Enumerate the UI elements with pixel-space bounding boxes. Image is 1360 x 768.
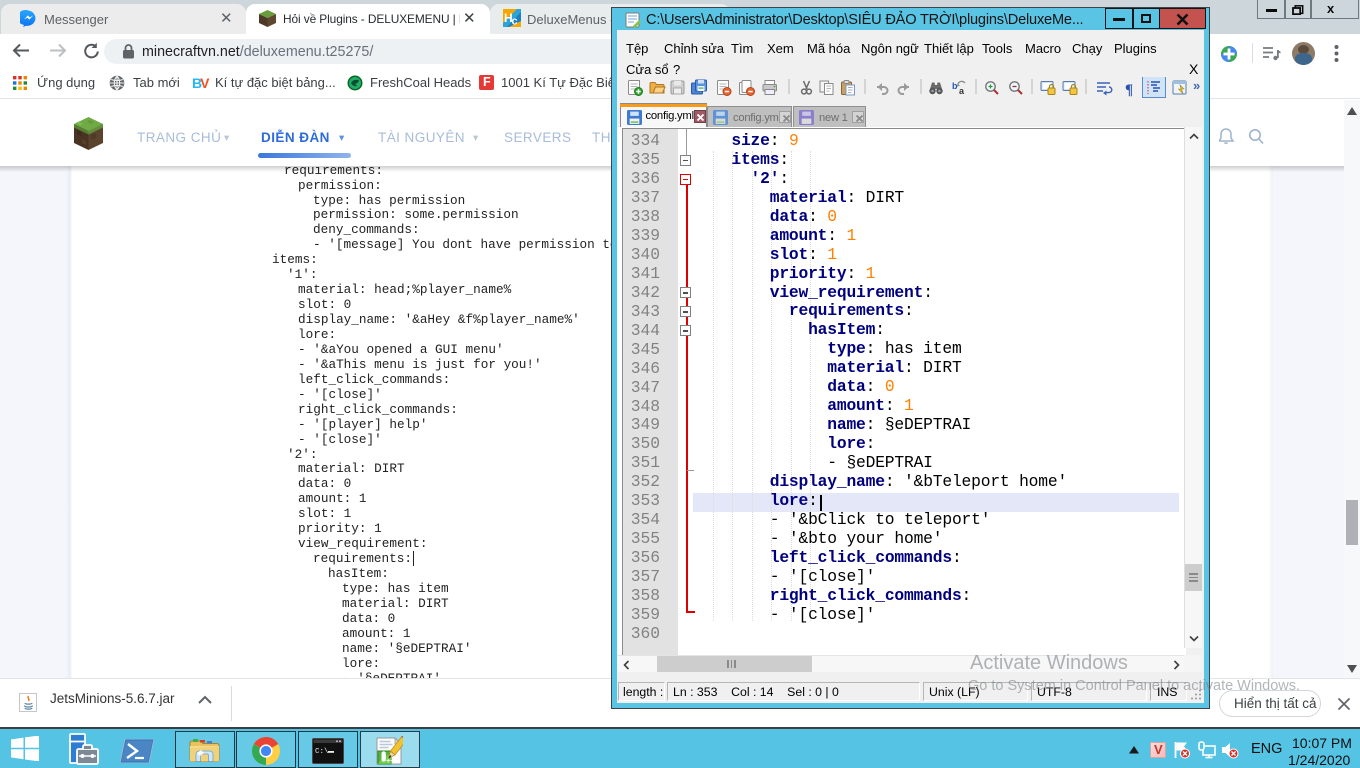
svg-text:b: b [952,81,958,91]
svg-text:C:\: C:\ [315,748,329,756]
svg-text:¶: ¶ [1125,82,1133,98]
svg-text:a: a [959,86,965,96]
svg-text:c: c [512,16,518,28]
